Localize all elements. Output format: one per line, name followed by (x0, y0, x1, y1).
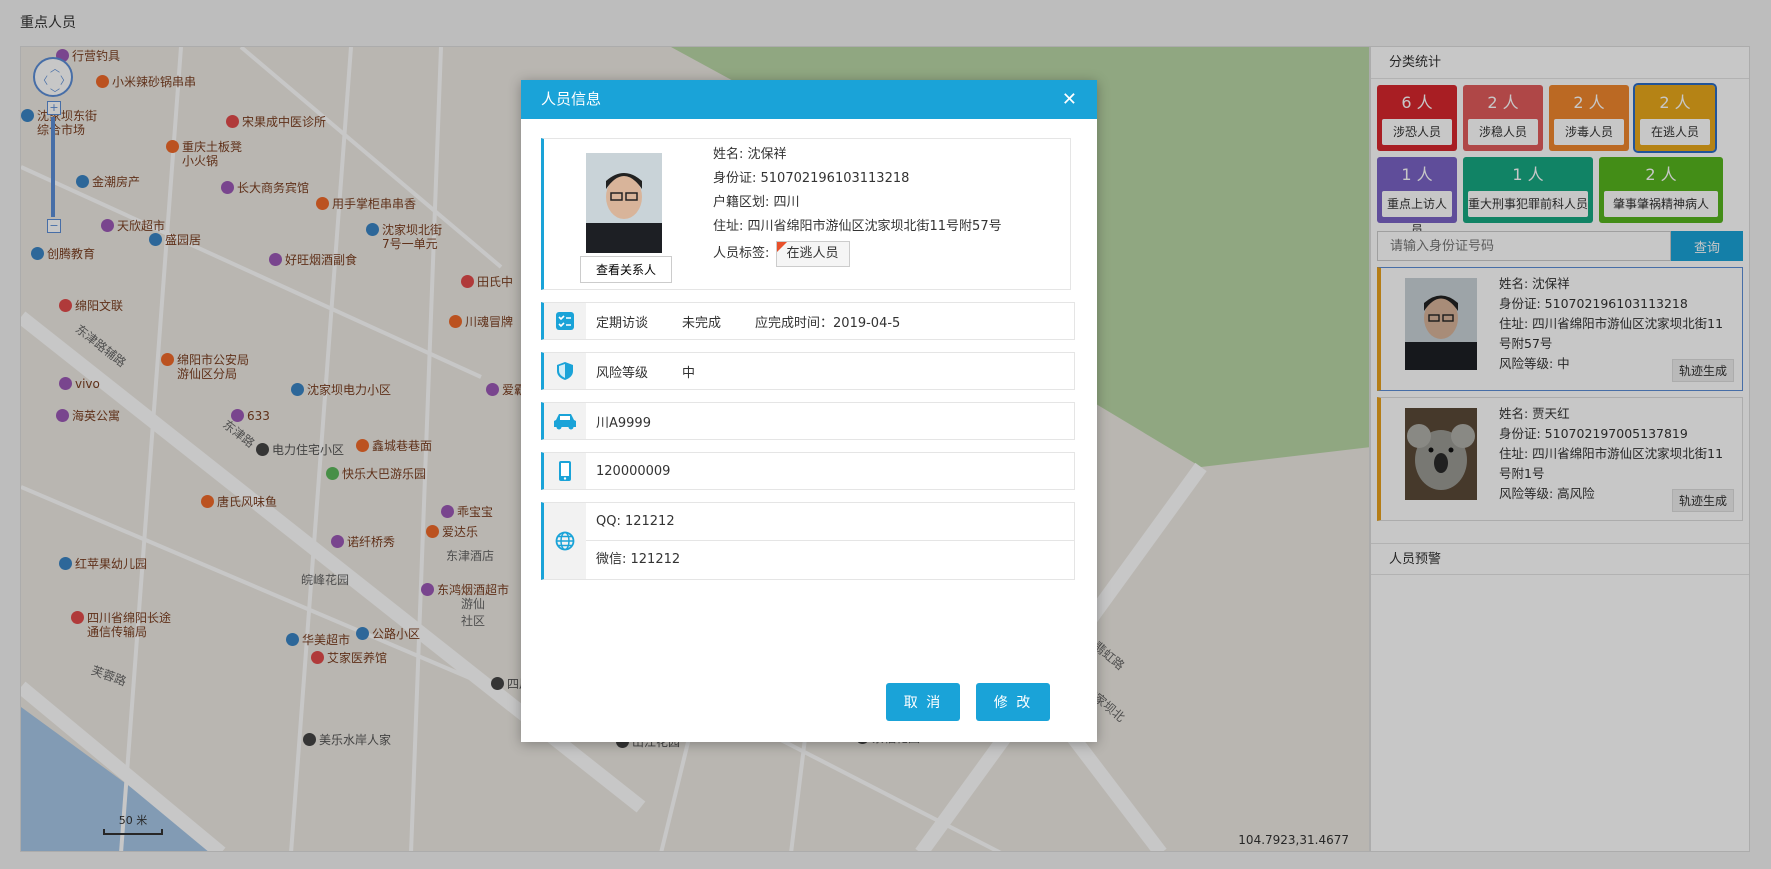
person-tag: 在逃人员 (775, 241, 850, 267)
risk-row: 风险等级 中 (541, 352, 1075, 390)
checklist-icon (544, 303, 586, 339)
modal-title: 人员信息 (541, 90, 602, 108)
visit-due: 应完成时间：2019-04-5 (755, 315, 901, 331)
visit-status: 未完成 (682, 315, 722, 331)
plate-number: 川A9999 (596, 415, 651, 431)
profile-name: 姓名: 沈保祥 (713, 147, 787, 162)
profile-address: 住址: 四川省绵阳市游仙区沈家坝北街11号附57号 (713, 219, 1002, 234)
profile-id: 身份证: 510702196103113218 (713, 171, 910, 186)
profile-household: 户籍区划: 四川 (713, 195, 800, 210)
shield-icon (544, 353, 586, 389)
person-info-modal: 人员信息 ✕ 查看关系人 姓名: 沈保祥 身份证: 51070219610311… (521, 80, 1097, 742)
plate-row: 川A9999 (541, 402, 1075, 440)
close-icon[interactable]: ✕ (1062, 80, 1077, 119)
visit-type: 定期访谈 (596, 315, 649, 331)
visit-row: 定期访谈 未完成 应完成时间：2019-04-5 (541, 302, 1075, 340)
view-relations-button[interactable]: 查看关系人 (580, 256, 672, 283)
social-row: QQ: 121212 微信: 121212 (541, 502, 1075, 580)
modal-header: 人员信息 ✕ (521, 80, 1097, 119)
risk-label: 风险等级 (596, 365, 649, 381)
risk-value: 中 (682, 365, 696, 381)
qq-number: QQ: 121212 (586, 503, 1074, 541)
profile-card: 查看关系人 姓名: 沈保祥 身份证: 510702196103113218 户籍… (541, 138, 1071, 290)
phone-row: 120000009 (541, 452, 1075, 490)
tag-label: 人员标签: (713, 246, 770, 261)
globe-icon (544, 503, 586, 579)
modify-button[interactable]: 修 改 (976, 683, 1050, 721)
phone-number: 120000009 (596, 463, 671, 479)
person-photo (586, 153, 662, 253)
car-icon (544, 403, 586, 439)
wechat-number: 微信: 121212 (596, 552, 681, 567)
profile-info: 姓名: 沈保祥 身份证: 510702196103113218 户籍区划: 四川… (713, 143, 1002, 267)
phone-icon (544, 453, 586, 489)
cancel-button[interactable]: 取 消 (886, 683, 960, 721)
